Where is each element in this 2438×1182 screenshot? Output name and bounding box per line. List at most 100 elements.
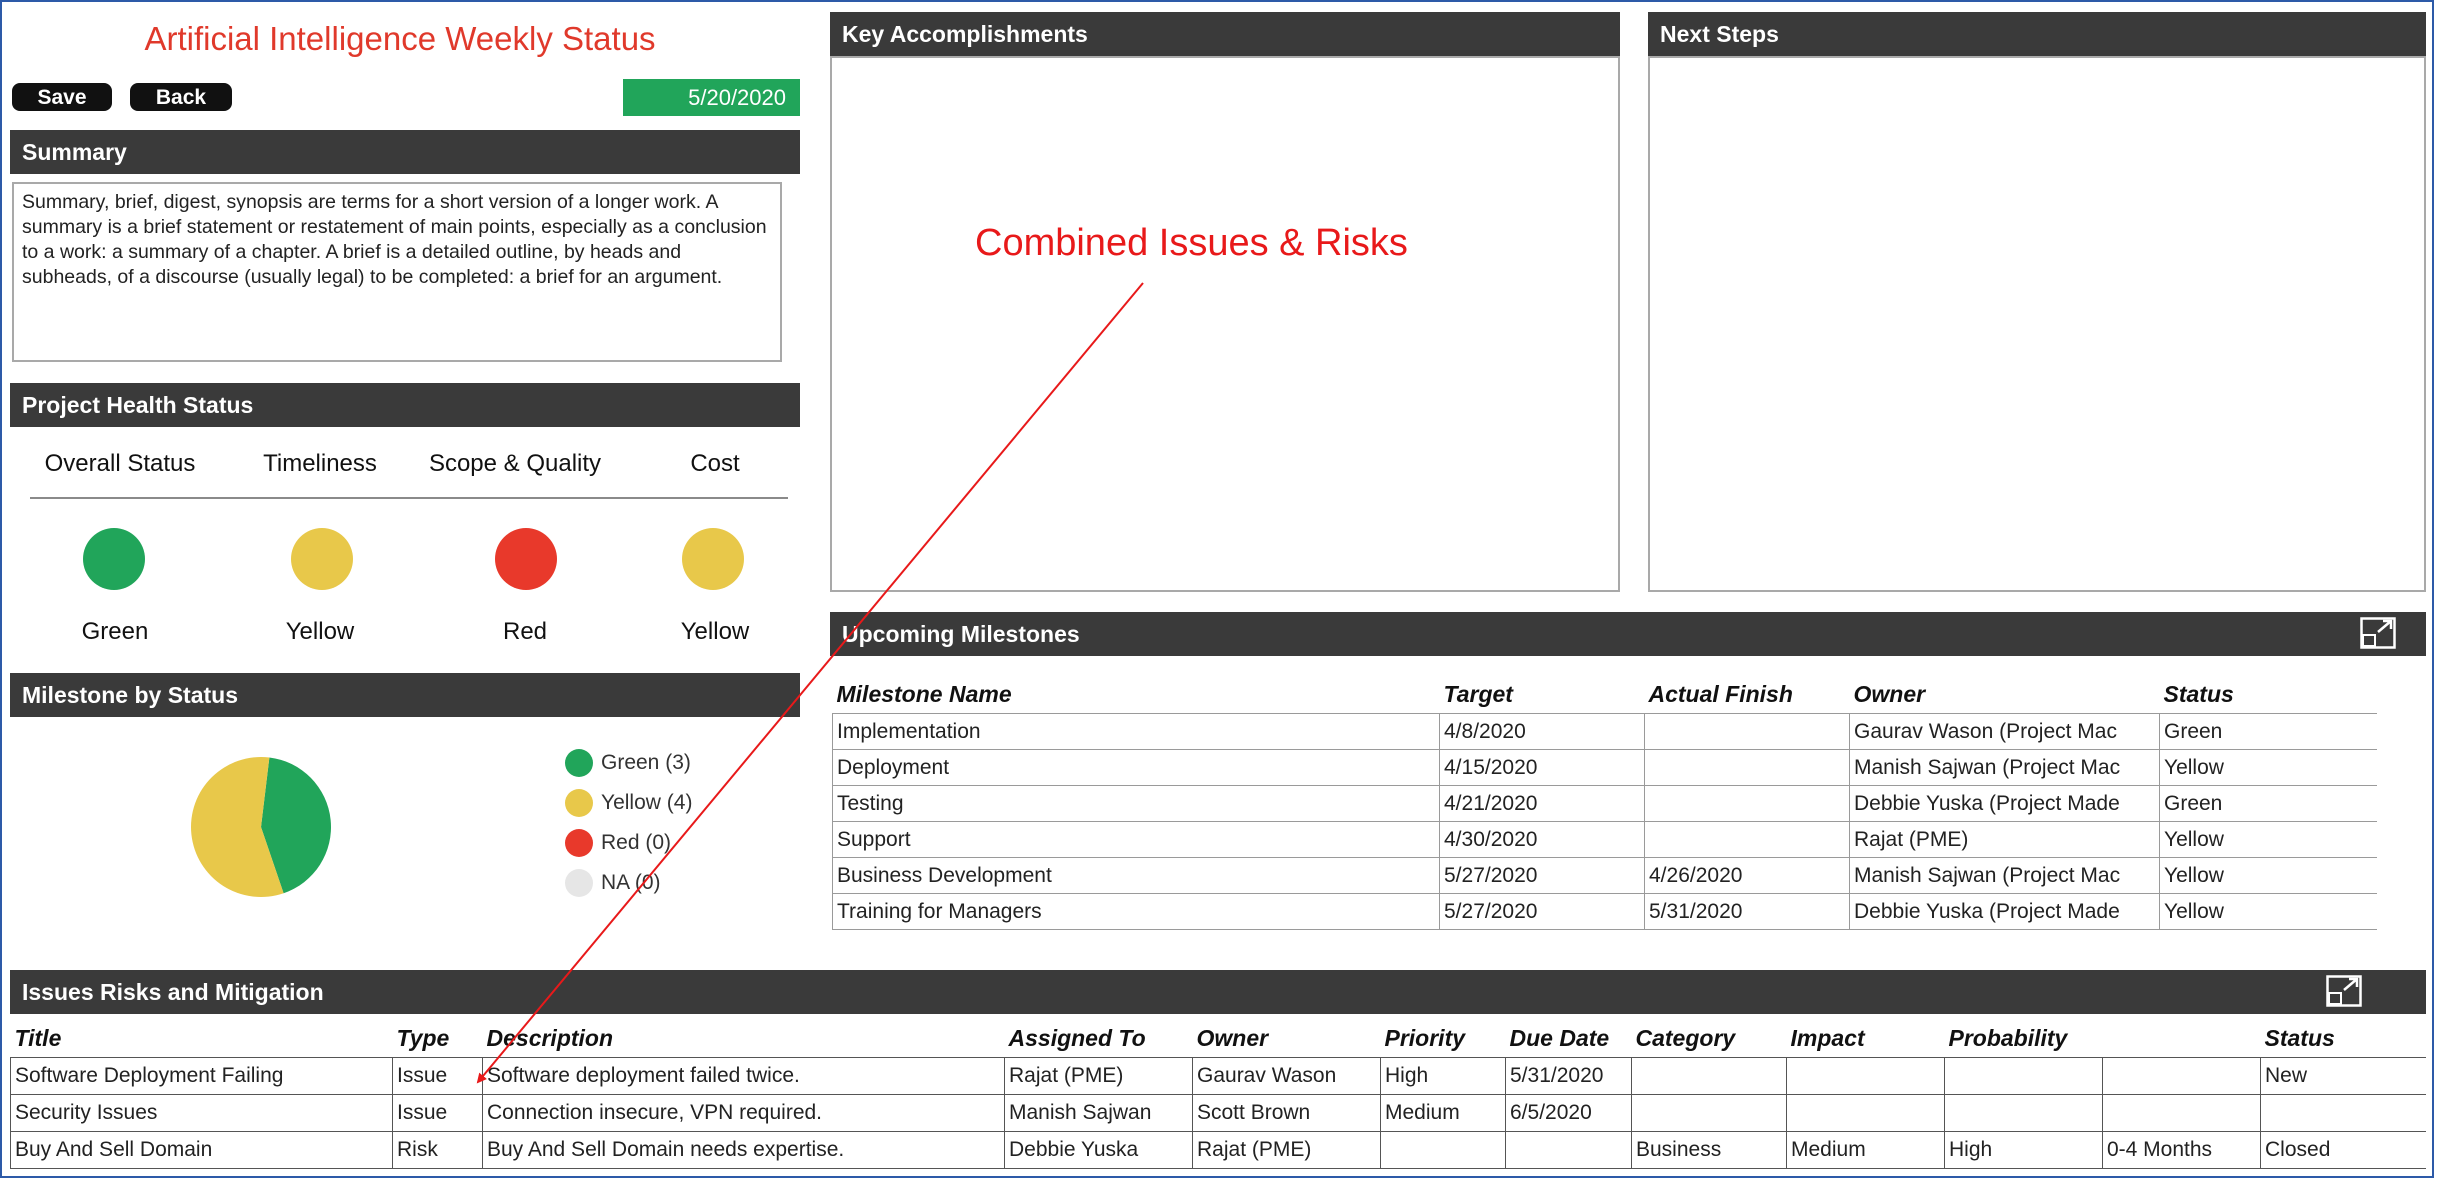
legend-yellow-swatch bbox=[565, 789, 593, 818]
cost-indicator bbox=[682, 528, 744, 590]
summary-header: Summary bbox=[10, 130, 800, 174]
issue-cell-description: Buy And Sell Domain needs expertise. bbox=[482, 1131, 1005, 1169]
milestone-cell-actual-finish: 4/26/2020 bbox=[1644, 857, 1850, 894]
issues-col-probability: Probability bbox=[1948, 1025, 2068, 1051]
save-button[interactable]: Save bbox=[12, 83, 112, 111]
milestones-table-viewport[interactable]: Milestone Name Target Actual Finish Owne… bbox=[832, 675, 2377, 935]
milestone-status-pie bbox=[190, 757, 331, 897]
issue-cell-description: Connection insecure, VPN required. bbox=[482, 1094, 1005, 1132]
issue-cell-probability bbox=[1944, 1094, 2103, 1132]
issue-cell-description: Software deployment failed twice. bbox=[482, 1057, 1005, 1095]
legend-yellow: Yellow (4) bbox=[565, 788, 692, 818]
issue-cell-title: Software Deployment Failing bbox=[10, 1057, 393, 1095]
issues-table: Title Type Description Assigned To Owner Prio… bbox=[10, 1020, 2426, 1169]
issue-cell-assigned-to: Rajat (PME) bbox=[1004, 1057, 1193, 1095]
issues-col-status: Status bbox=[2264, 1025, 2335, 1051]
milestones-header-row: Milestone Name Target Actual Finish Owne… bbox=[833, 675, 2378, 714]
milestone-cell-owner: Manish Sajwan (Project Mac bbox=[1849, 749, 2160, 786]
timeliness-indicator bbox=[291, 528, 353, 590]
issue-cell-status: Closed bbox=[2260, 1131, 2426, 1169]
col-milestone-name: Milestone Name bbox=[836, 680, 1012, 707]
milestone-cell-target: 4/15/2020 bbox=[1439, 749, 1645, 786]
milestone-cell-status: Green bbox=[2159, 785, 2377, 822]
legend-green-swatch bbox=[565, 749, 593, 778]
key-accomplishments-box[interactable] bbox=[830, 56, 1620, 592]
milestone-cell-actual-finish bbox=[1644, 713, 1850, 750]
key-accomplishments-header: Key Accomplishments bbox=[830, 12, 1620, 56]
issue-cell-type: Risk bbox=[392, 1131, 483, 1169]
table-row[interactable]: Testing 4/21/2020 Debbie Yuska (Project Ma… bbox=[832, 785, 2377, 822]
issue-cell-impact bbox=[1786, 1057, 1945, 1095]
issues-col-impact: Impact bbox=[1790, 1025, 1865, 1051]
milestone-cell-target: 4/21/2020 bbox=[1439, 785, 1645, 822]
table-row[interactable]: Deployment 4/15/2020 Manish Sajwan (Projec… bbox=[832, 749, 2377, 786]
milestone-cell-target: 5/27/2020 bbox=[1439, 857, 1645, 894]
issue-cell-extra bbox=[2102, 1094, 2261, 1132]
issue-cell-assigned-to: Debbie Yuska bbox=[1004, 1131, 1193, 1169]
milestone-cell-status: Yellow bbox=[2159, 893, 2377, 930]
issues-header-row: Title Type Description Assigned To Owner Prio… bbox=[11, 1020, 2427, 1058]
issue-cell-type: Issue bbox=[392, 1057, 483, 1095]
issue-cell-category: Business bbox=[1631, 1131, 1787, 1169]
legend-na: NA (0) bbox=[565, 868, 661, 898]
summary-text[interactable]: Summary, brief, digest, synopsis are ter… bbox=[12, 182, 782, 362]
issue-cell-impact: Medium bbox=[1786, 1131, 1945, 1169]
report-date: 5/20/2020 bbox=[623, 79, 800, 116]
health-divider bbox=[30, 497, 788, 499]
milestone-cell-milestone-name: Implementation bbox=[832, 713, 1440, 750]
issue-cell-extra: 0-4 Months bbox=[2102, 1131, 2261, 1169]
milestone-cell-owner: Debbie Yuska (Project Made bbox=[1849, 785, 2160, 822]
milestone-cell-owner: Manish Sajwan (Project Mac bbox=[1849, 857, 2160, 894]
milestone-cell-status: Green bbox=[2159, 713, 2377, 750]
col-status: Status bbox=[2163, 680, 2234, 707]
health-col-overall: Overall Status bbox=[44, 450, 196, 477]
issue-cell-owner: Rajat (PME) bbox=[1192, 1131, 1381, 1169]
next-steps-header: Next Steps bbox=[1648, 12, 2426, 56]
issue-cell-owner: Scott Brown bbox=[1192, 1094, 1381, 1132]
table-row[interactable]: Buy And Sell Domain Risk Buy And Sell Doma… bbox=[10, 1131, 2426, 1169]
milestones-header: Upcoming Milestones bbox=[830, 612, 2426, 656]
issues-col-extra bbox=[2103, 1020, 2261, 1058]
overall-status-indicator bbox=[83, 528, 145, 590]
legend-na-label: NA (0) bbox=[601, 871, 661, 894]
issue-cell-status: New bbox=[2260, 1057, 2426, 1095]
page-title: Artificial Intelligence Weekly Status bbox=[144, 20, 656, 57]
milestone-cell-status: Yellow bbox=[2159, 821, 2377, 858]
back-button[interactable]: Back bbox=[130, 83, 232, 111]
table-row[interactable]: Security Issues Issue Connection insecure,… bbox=[10, 1094, 2426, 1132]
table-row[interactable]: Support 4/30/2020 Rajat (PME) Yellow bbox=[832, 821, 2377, 858]
milestone-cell-owner: Debbie Yuska (Project Made bbox=[1849, 893, 2160, 930]
milestone-cell-milestone-name: Deployment bbox=[832, 749, 1440, 786]
milestone-cell-actual-finish bbox=[1644, 785, 1850, 822]
issues-table-viewport[interactable]: Title Type Description Assigned To Owner Prio… bbox=[10, 1020, 2426, 1175]
milestone-cell-actual-finish bbox=[1644, 821, 1850, 858]
issue-cell-due-date: 5/31/2020 bbox=[1505, 1057, 1632, 1095]
issues-col-priority: Priority bbox=[1384, 1025, 1466, 1051]
table-row[interactable]: Business Development 5/27/2020 4/26/2020 Ma… bbox=[832, 857, 2377, 894]
legend-red-label: Red (0) bbox=[601, 831, 672, 854]
issues-col-type: Type bbox=[396, 1025, 450, 1051]
table-row[interactable]: Implementation 4/8/2020 Gaurav Wason (Proj… bbox=[832, 713, 2377, 750]
legend-red: Red (0) bbox=[565, 828, 671, 858]
issue-cell-priority: High bbox=[1380, 1057, 1506, 1095]
legend-red-swatch bbox=[565, 829, 593, 858]
issues-header: Issues Risks and Mitigation bbox=[10, 970, 2426, 1014]
milestone-cell-status: Yellow bbox=[2159, 857, 2377, 894]
issue-cell-status bbox=[2260, 1094, 2426, 1132]
milestone-cell-owner: Gaurav Wason (Project Mac bbox=[1849, 713, 2160, 750]
cost-status-label: Yellow bbox=[680, 618, 750, 645]
health-col-scope: Scope & Quality bbox=[428, 450, 602, 477]
milestone-status-header: Milestone by Status bbox=[10, 673, 800, 717]
issues-expand-icon[interactable] bbox=[2326, 975, 2362, 1007]
issue-cell-owner: Gaurav Wason bbox=[1192, 1057, 1381, 1095]
milestones-expand-icon[interactable] bbox=[2360, 617, 2396, 649]
timeliness-status-label: Yellow bbox=[285, 618, 355, 645]
col-owner: Owner bbox=[1853, 680, 1926, 707]
legend-yellow-label: Yellow (4) bbox=[601, 791, 693, 814]
table-row[interactable]: Software Deployment Failing Issue Software… bbox=[10, 1057, 2426, 1095]
next-steps-box[interactable] bbox=[1648, 56, 2426, 592]
issue-cell-title: Buy And Sell Domain bbox=[10, 1131, 393, 1169]
issue-cell-type: Issue bbox=[392, 1094, 483, 1132]
table-row[interactable]: Training for Managers 5/27/2020 5/31/2020 D… bbox=[832, 893, 2377, 930]
issue-cell-title: Security Issues bbox=[10, 1094, 393, 1132]
